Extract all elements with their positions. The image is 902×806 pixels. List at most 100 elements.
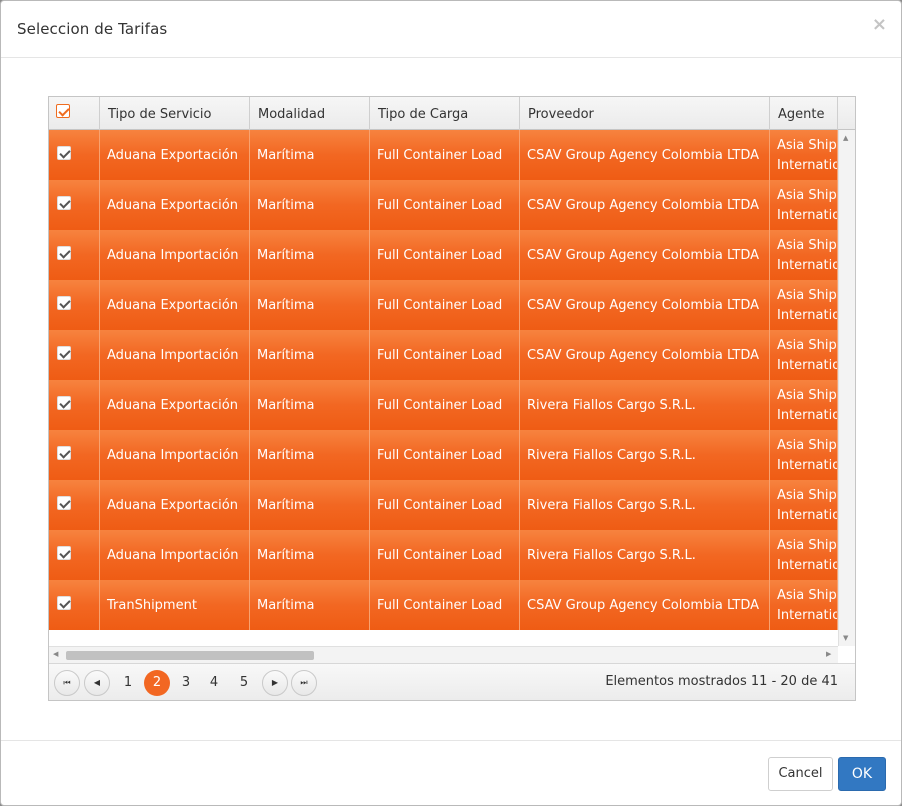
row-checkbox[interactable] [57,446,71,460]
page-number[interactable]: 3 [173,670,199,696]
cell-tipo-carga: Full Container Load [370,530,520,580]
cell-tipo-carga: Full Container Load [370,330,520,380]
cell-modalidad: Marítima [250,280,370,330]
cell-tipo-servicio: Aduana Importación [100,530,250,580]
table-row[interactable]: Aduana Exportación Marítima Full Container… [49,130,838,180]
agent-line-2: Internatio [777,358,838,373]
cell-tipo-servicio: TranShipment [100,580,250,630]
vertical-scrollbar[interactable]: ▲ ▼ [838,130,855,646]
tariff-selection-dialog: Seleccion de Tarifas × Tipo de Servicio … [0,0,902,806]
table-row[interactable]: Aduana Importación Marítima Full Container… [49,530,838,580]
row-select-cell [49,230,100,280]
cell-agente: Asia Shipp Internatio [770,230,838,280]
table-row[interactable]: Aduana Importación Marítima Full Container… [49,330,838,380]
cell-tipo-servicio: Aduana Exportación [100,280,250,330]
row-select-cell [49,280,100,330]
horizontal-scroll-thumb[interactable] [66,651,314,660]
cell-agente: Asia Shipp Internatio [770,280,838,330]
cell-modalidad: Marítima [250,330,370,380]
scroll-up-icon[interactable]: ▲ [843,134,848,142]
row-checkbox[interactable] [57,396,71,410]
column-header-modalidad[interactable]: Modalidad [250,97,370,130]
agent-line-2: Internatio [777,158,838,173]
cell-agente: Asia Shipp Internatio [770,580,838,630]
cell-proveedor: CSAV Group Agency Colombia LTDA [520,330,770,380]
cell-tipo-carga: Full Container Load [370,130,520,180]
first-page-icon[interactable]: ⏮ [54,670,80,696]
cell-tipo-carga: Full Container Load [370,430,520,480]
agent-line-2: Internatio [777,408,838,423]
agent-line-2: Internatio [777,258,838,273]
agent-line-1: Asia Shipp [777,138,837,153]
scroll-left-icon[interactable]: ◀ [53,650,58,658]
prev-page-icon[interactable]: ◀ [84,670,110,696]
cell-tipo-servicio: Aduana Exportación [100,130,250,180]
cell-modalidad: Marítima [250,380,370,430]
cell-tipo-carga: Full Container Load [370,380,520,430]
pager-info: Elementos mostrados 11 - 20 de 41 [605,674,838,689]
close-icon[interactable]: × [872,15,887,35]
tariff-grid: Tipo de Servicio Modalidad Tipo de Carga… [48,96,856,701]
cell-proveedor: CSAV Group Agency Colombia LTDA [520,580,770,630]
row-checkbox[interactable] [57,196,71,210]
agent-line-2: Internatio [777,208,838,223]
cell-tipo-carga: Full Container Load [370,180,520,230]
cell-modalidad: Marítima [250,530,370,580]
page-number-current[interactable]: 2 [144,670,170,696]
cell-proveedor: CSAV Group Agency Colombia LTDA [520,180,770,230]
page-number[interactable]: 4 [201,670,227,696]
page-number[interactable]: 5 [231,670,257,696]
scroll-right-icon[interactable]: ▶ [826,650,831,658]
row-checkbox[interactable] [57,246,71,260]
cell-modalidad: Marítima [250,480,370,530]
row-checkbox[interactable] [57,546,71,560]
cell-agente: Asia Shipp Internatio [770,380,838,430]
agent-line-1: Asia Shipp [777,188,837,203]
row-checkbox[interactable] [57,496,71,510]
row-checkbox[interactable] [57,346,71,360]
table-row[interactable]: Aduana Importación Marítima Full Container… [49,230,838,280]
cancel-button[interactable]: Cancel [768,757,833,791]
agent-line-1: Asia Shipp [777,238,837,253]
column-header-proveedor[interactable]: Proveedor [520,97,770,130]
row-select-cell [49,180,100,230]
dialog-header: Seleccion de Tarifas × [1,1,901,58]
row-select-cell [49,530,100,580]
cell-proveedor: CSAV Group Agency Colombia LTDA [520,130,770,180]
cell-tipo-servicio: Aduana Exportación [100,380,250,430]
ok-button[interactable]: OK [838,757,886,791]
agent-line-1: Asia Shipp [777,288,837,303]
table-row[interactable]: Aduana Exportación Marítima Full Container… [49,280,838,330]
cell-tipo-servicio: Aduana Exportación [100,480,250,530]
cell-modalidad: Marítima [250,130,370,180]
table-row[interactable]: Aduana Exportación Marítima Full Container… [49,480,838,530]
column-header-tipo-servicio[interactable]: Tipo de Servicio [100,97,250,130]
cell-tipo-servicio: Aduana Importación [100,230,250,280]
row-checkbox[interactable] [57,146,71,160]
last-page-icon[interactable]: ⏭ [291,670,317,696]
cell-agente: Asia Shipp Internatio [770,330,838,380]
next-page-icon[interactable]: ▶ [262,670,288,696]
row-select-cell [49,430,100,480]
row-select-cell [49,380,100,430]
scroll-down-icon[interactable]: ▼ [843,634,848,642]
column-header-agente[interactable]: Agente [770,97,838,130]
row-select-cell [49,330,100,380]
row-checkbox[interactable] [57,596,71,610]
horizontal-scrollbar[interactable]: ◀ ▶ [49,646,838,663]
select-all-checkbox[interactable] [56,104,70,118]
table-row[interactable]: Aduana Exportación Marítima Full Container… [49,380,838,430]
cell-proveedor: CSAV Group Agency Colombia LTDA [520,280,770,330]
page-number[interactable]: 1 [115,670,141,696]
table-row[interactable]: TranShipment Marítima Full Container Load C… [49,580,838,630]
agent-line-1: Asia Shipp [777,338,837,353]
cell-agente: Asia Shipp Internatio [770,530,838,580]
agent-line-1: Asia Shipp [777,438,837,453]
cell-tipo-servicio: Aduana Importación [100,430,250,480]
pager: ⏮ ◀ 1 2 3 4 5 ▶ ⏭ Elementos mostrados 11… [49,663,855,700]
row-select-cell [49,130,100,180]
table-row[interactable]: Aduana Importación Marítima Full Container… [49,430,838,480]
table-row[interactable]: Aduana Exportación Marítima Full Container… [49,180,838,230]
row-checkbox[interactable] [57,296,71,310]
column-header-tipo-carga[interactable]: Tipo de Carga [370,97,520,130]
